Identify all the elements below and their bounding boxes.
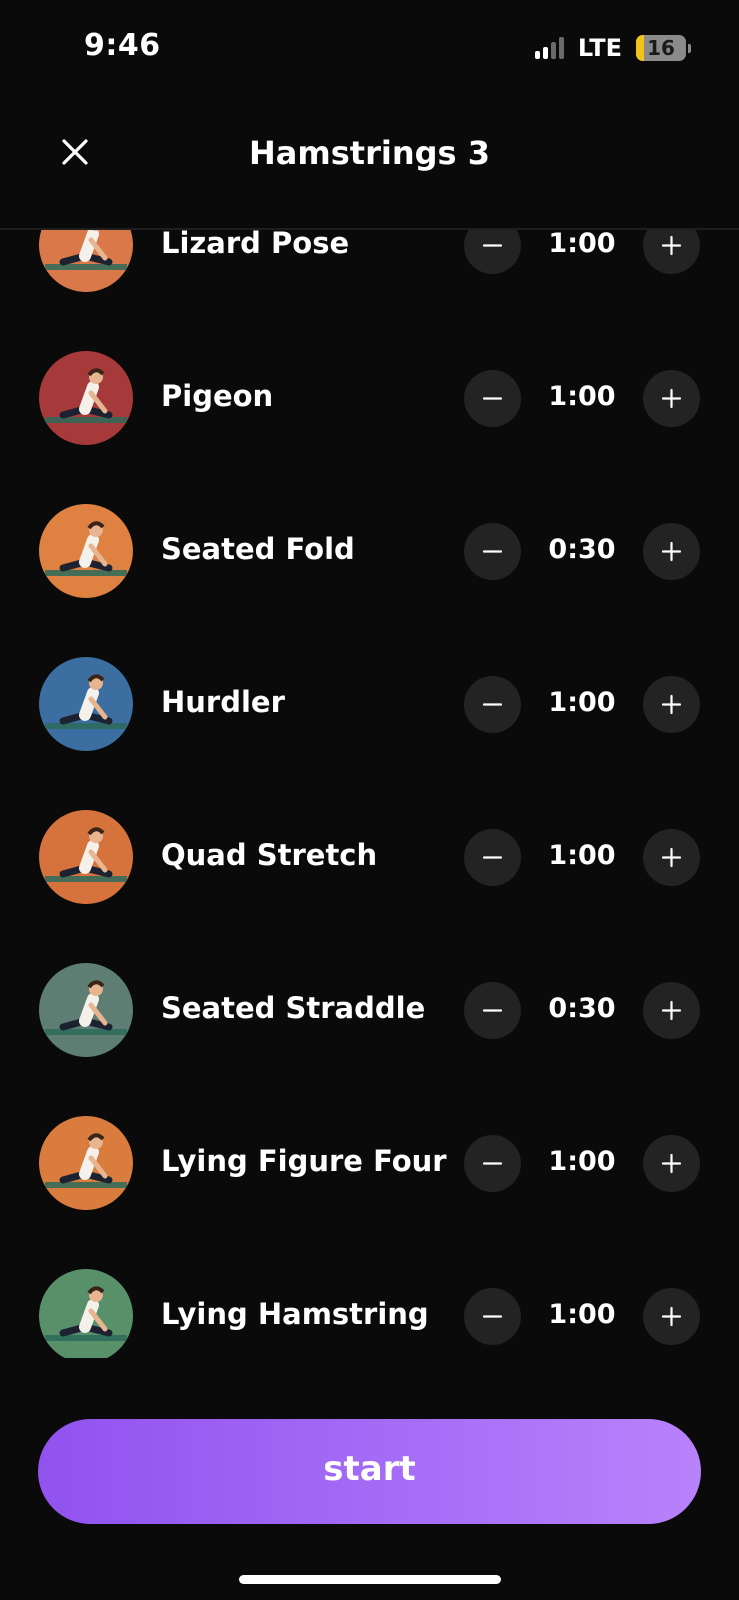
minus-icon: [482, 550, 503, 553]
stretch-name: Pigeon: [161, 379, 274, 413]
stretch-name: Quad Stretch: [161, 838, 378, 872]
plus-icon: [661, 1000, 682, 1021]
stretch-thumbnail: [39, 963, 133, 1057]
increase-duration-button[interactable]: [643, 523, 700, 580]
increase-duration-button[interactable]: [643, 829, 700, 886]
stretch-duration: 1:00: [548, 1146, 616, 1177]
decrease-duration-button[interactable]: [464, 523, 521, 580]
increase-duration-button[interactable]: [643, 1135, 700, 1192]
stretch-duration: 1:00: [548, 1299, 616, 1330]
stretch-thumbnail: [39, 1269, 133, 1358]
start-button[interactable]: start: [38, 1419, 701, 1524]
stretch-name: Seated Fold: [161, 532, 355, 566]
stretch-name: Seated Straddle: [161, 991, 426, 1025]
increase-duration-button[interactable]: [643, 370, 700, 427]
page-title: Hamstrings 3: [249, 134, 490, 172]
stretch-duration: 1:00: [548, 687, 616, 718]
decrease-duration-button[interactable]: [464, 982, 521, 1039]
plus-icon: [661, 235, 682, 256]
stretch-row: Lying Figure Four 1:00: [0, 1116, 739, 1216]
stretch-figure-icon: [39, 1269, 133, 1358]
stretch-thumbnail: [39, 810, 133, 904]
increase-duration-button[interactable]: [643, 676, 700, 733]
stretch-thumbnail: [39, 351, 133, 445]
stretch-figure-icon: [39, 810, 133, 904]
stretch-figure-icon: [39, 351, 133, 445]
stretch-row: Pigeon 1:00: [0, 351, 739, 451]
decrease-duration-button[interactable]: [464, 676, 521, 733]
stretch-duration: 0:30: [548, 993, 616, 1024]
stretch-row: Lizard Pose 1:00: [0, 228, 739, 298]
battery-nub: [688, 43, 691, 53]
minus-icon: [482, 397, 503, 400]
battery-percentage: 16: [647, 36, 675, 60]
stretch-thumbnail: [39, 228, 133, 292]
battery-icon: 16: [636, 35, 686, 61]
stretch-figure-icon: [39, 1116, 133, 1210]
minus-icon: [482, 1009, 503, 1012]
decrease-duration-button[interactable]: [464, 1288, 521, 1345]
stretch-name: Hurdler: [161, 685, 285, 719]
stretch-list[interactable]: Lizard Pose 1:00 Pigeon 1:00 Seated Fold…: [0, 228, 739, 1358]
minus-icon: [482, 1315, 503, 1318]
increase-duration-button[interactable]: [643, 1288, 700, 1345]
status-bar: 9:46 LTE 16: [0, 0, 739, 100]
decrease-duration-button[interactable]: [464, 370, 521, 427]
stretch-name: Lying Figure Four: [161, 1144, 447, 1178]
minus-icon: [482, 1162, 503, 1165]
status-indicators: LTE 16: [534, 34, 691, 62]
stretch-thumbnail: [39, 504, 133, 598]
stretch-row: Quad Stretch 1:00: [0, 810, 739, 910]
minus-icon: [482, 856, 503, 859]
stretch-duration: 1:00: [548, 840, 616, 871]
home-indicator[interactable]: [239, 1575, 501, 1584]
stretch-row: Seated Straddle 0:30: [0, 963, 739, 1063]
status-time: 9:46: [84, 28, 161, 63]
stretch-thumbnail: [39, 657, 133, 751]
stretch-row: Seated Fold 0:30: [0, 504, 739, 604]
plus-icon: [661, 847, 682, 868]
stretch-figure-icon: [39, 228, 133, 292]
stretch-thumbnail: [39, 1116, 133, 1210]
cellular-signal-icon: [534, 37, 564, 59]
decrease-duration-button[interactable]: [464, 1135, 521, 1192]
network-type: LTE: [577, 34, 622, 62]
decrease-duration-button[interactable]: [464, 829, 521, 886]
stretch-row: Hurdler 1:00: [0, 657, 739, 757]
stretch-figure-icon: [39, 657, 133, 751]
minus-icon: [482, 703, 503, 706]
increase-duration-button[interactable]: [643, 982, 700, 1039]
plus-icon: [661, 541, 682, 562]
stretch-figure-icon: [39, 963, 133, 1057]
stretch-name: Lying Hamstring: [161, 1297, 429, 1331]
increase-duration-button[interactable]: [643, 228, 700, 274]
stretch-name: Lizard Pose: [161, 228, 350, 260]
plus-icon: [661, 1306, 682, 1327]
stretch-row: Lying Hamstring 1:00: [0, 1269, 739, 1358]
stretch-figure-icon: [39, 504, 133, 598]
stretch-duration: 0:30: [548, 534, 616, 565]
stretch-duration: 1:00: [548, 381, 616, 412]
plus-icon: [661, 388, 682, 409]
decrease-duration-button[interactable]: [464, 228, 521, 274]
plus-icon: [661, 694, 682, 715]
stretch-duration: 1:00: [548, 228, 616, 259]
start-button-label: start: [323, 1449, 416, 1489]
header: Hamstrings 3: [0, 100, 739, 230]
plus-icon: [661, 1153, 682, 1174]
minus-icon: [482, 244, 503, 247]
